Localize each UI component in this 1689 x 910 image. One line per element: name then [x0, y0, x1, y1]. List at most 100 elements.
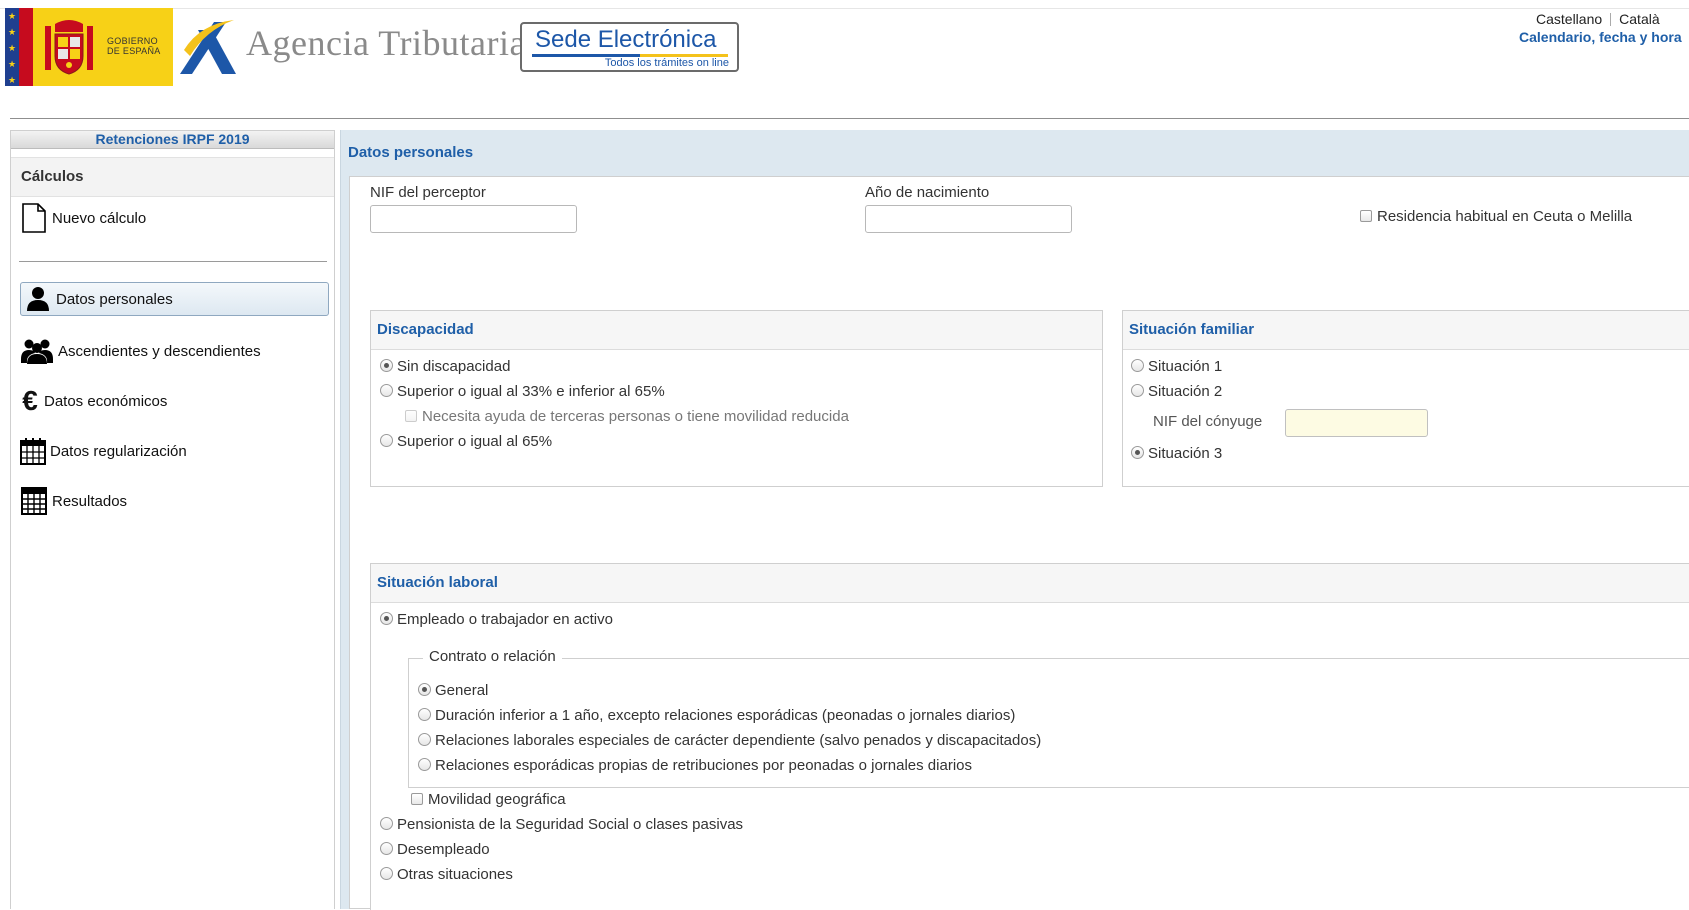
radio-button[interactable] [380, 817, 393, 830]
euro-icon: € [22, 385, 38, 416]
residencia-label: Residencia habitual en Ceuta o Melilla [1377, 208, 1633, 225]
option-label: General [435, 682, 489, 699]
radio-button[interactable] [1131, 446, 1144, 459]
lang-catala-link[interactable]: Català [1619, 11, 1659, 27]
sidebar-item-label: Ascendientes y descendientes [58, 342, 261, 360]
laboral-option-pensionista[interactable]: Pensionista de la Seguridad Social o cla… [380, 816, 743, 833]
lang-separator [1610, 13, 1612, 26]
main-panel: Datos personales NIF del perceptor Año d… [340, 130, 1689, 910]
movilidad-geografica-checkbox-row[interactable]: Movilidad geográfica [411, 791, 566, 808]
coat-of-arms-icon [45, 20, 93, 75]
option-label: Sin discapacidad [397, 358, 511, 375]
movilidad-label: Movilidad geográfica [428, 791, 566, 808]
agency-name: Agencia Tributaria [246, 23, 526, 63]
nif-perceptor-label: NIF del perceptor [370, 184, 486, 201]
agencia-tributaria-logo-icon[interactable] [176, 16, 240, 78]
contrato-fieldset: Contrato o relación General Duración inf… [408, 648, 1689, 788]
option-label: Relaciones esporádicas propias de retrib… [435, 757, 972, 774]
sidebar: Retenciones IRPF 2019 Cálculos Nuevo cál… [10, 130, 335, 909]
contrato-option-esporadicas[interactable]: Relaciones esporádicas propias de retrib… [418, 757, 972, 774]
discapacidad-option-65[interactable]: Superior o igual al 65% [380, 433, 552, 450]
eu-stars-icon: ★ ★ ★ ★ ★ [5, 8, 19, 86]
radio-button[interactable] [380, 867, 393, 880]
radio-button[interactable] [1131, 359, 1144, 372]
sidebar-item-resultados[interactable]: Resultados [19, 484, 127, 518]
situacion-familiar-panel: Situación familiar Situación 1 Situación… [1122, 310, 1689, 487]
option-label: Empleado o trabajador en activo [397, 611, 613, 628]
sidebar-item-label: Datos económicos [44, 392, 168, 410]
contrato-legend: Contrato o relación [423, 648, 562, 665]
header-divider [10, 118, 1689, 119]
sidebar-item-datos-economicos[interactable]: € Datos económicos [19, 384, 167, 418]
radio-button[interactable] [418, 758, 431, 771]
sede-electronica-button[interactable]: Sede Electrónica Todos los trámites on l… [520, 22, 739, 72]
anio-nacimiento-label: Año de nacimiento [865, 184, 990, 201]
option-label: Superior o igual al 65% [397, 433, 553, 450]
gobierno-de-espana-logo[interactable]: ★ ★ ★ ★ ★ GOBIERNO DE ESPAÑA [5, 8, 173, 86]
discapacidad-option-33-65[interactable]: Superior o igual al 33% e inferior al 65… [380, 383, 665, 400]
radio-button[interactable] [380, 434, 393, 447]
ayuda-terceros-checkbox[interactable] [405, 410, 417, 422]
laboral-option-otras[interactable]: Otras situaciones [380, 866, 513, 883]
person-icon [23, 284, 53, 314]
nif-conyuge-label: NIF del cónyuge [1153, 413, 1263, 430]
anio-nacimiento-input[interactable] [865, 205, 1072, 233]
ayuda-terceros-label: Necesita ayuda de terceras personas o ti… [422, 408, 849, 425]
sidebar-item-datos-personales[interactable]: Datos personales [20, 282, 329, 316]
option-label: Desempleado [397, 841, 490, 858]
radio-button[interactable] [418, 708, 431, 721]
laboral-option-empleado[interactable]: Empleado o trabajador en activo [380, 611, 613, 628]
sede-title: Sede Electrónica [535, 26, 717, 53]
sidebar-item-label: Datos personales [56, 290, 173, 308]
option-label: Situación 2 [1148, 383, 1223, 400]
option-label: Duración inferior a 1 año, excepto relac… [435, 707, 1016, 724]
gobierno-text: GOBIERNO DE ESPAÑA [107, 36, 161, 56]
calendar-link[interactable]: Calendario, fecha y hora [1519, 29, 1682, 45]
residencia-checkbox-row[interactable]: Residencia habitual en Ceuta o Melilla [1360, 208, 1632, 225]
sidebar-section-title: Cálculos [11, 157, 334, 197]
discapacidad-title: Discapacidad [371, 311, 1102, 350]
radio-button[interactable] [380, 842, 393, 855]
residencia-checkbox[interactable] [1360, 210, 1372, 222]
radio-button[interactable] [418, 683, 431, 696]
option-label: Relaciones laborales especiales de carác… [435, 732, 1042, 749]
laboral-option-desempleado[interactable]: Desempleado [380, 841, 490, 858]
calculator-icon [19, 486, 49, 516]
document-icon [19, 203, 49, 233]
sidebar-item-datos-regularizacion[interactable]: Datos regularización [19, 434, 187, 468]
top-border [0, 0, 1689, 9]
radio-button[interactable] [1131, 384, 1144, 397]
situacion-laboral-panel: Situación laboral Empleado o trabajador … [370, 563, 1689, 910]
form-content: NIF del perceptor Año de nacimiento Resi… [349, 176, 1689, 910]
situacion-familiar-option-3[interactable]: Situación 3 [1131, 445, 1222, 462]
situacion-familiar-option-1[interactable]: Situación 1 [1131, 358, 1222, 375]
situacion-familiar-option-2[interactable]: Situación 2 [1131, 383, 1222, 400]
radio-button[interactable] [380, 359, 393, 372]
radio-button[interactable] [380, 384, 393, 397]
lang-castellano-link[interactable]: Castellano [1536, 11, 1602, 27]
movilidad-checkbox[interactable] [411, 793, 423, 805]
nif-perceptor-input[interactable] [370, 205, 577, 233]
discapacidad-option-none[interactable]: Sin discapacidad [380, 358, 510, 375]
option-label: Situación 3 [1148, 445, 1223, 462]
option-label: Superior o igual al 33% e inferior al 65… [397, 383, 665, 400]
sidebar-divider [19, 261, 327, 262]
sidebar-item-ascendientes[interactable]: Ascendientes y descendientes [19, 334, 261, 368]
contrato-option-general[interactable]: General [418, 682, 488, 699]
calendar-icon [19, 436, 47, 466]
ayuda-terceros-checkbox-row[interactable]: Necesita ayuda de terceras personas o ti… [405, 408, 849, 425]
contrato-option-duracion-inferior[interactable]: Duración inferior a 1 año, excepto relac… [418, 707, 1015, 724]
sede-subtitle: Todos los trámites on line [604, 57, 729, 69]
new-calculation-button[interactable]: Nuevo cálculo [19, 201, 146, 235]
discapacidad-panel: Discapacidad Sin discapacidad Superior o… [370, 310, 1103, 487]
radio-button[interactable] [380, 612, 393, 625]
contrato-option-especiales[interactable]: Relaciones laborales especiales de carác… [418, 732, 1041, 749]
option-label: Situación 1 [1148, 358, 1223, 375]
new-calc-label: Nuevo cálculo [52, 209, 147, 227]
sidebar-app-title: Retenciones IRPF 2019 [11, 131, 334, 149]
radio-button[interactable] [418, 733, 431, 746]
nif-conyuge-input[interactable] [1285, 409, 1428, 437]
situacion-familiar-title: Situación familiar [1123, 311, 1689, 350]
situacion-laboral-title: Situación laboral [371, 564, 1689, 603]
sidebar-item-label: Resultados [52, 492, 128, 510]
